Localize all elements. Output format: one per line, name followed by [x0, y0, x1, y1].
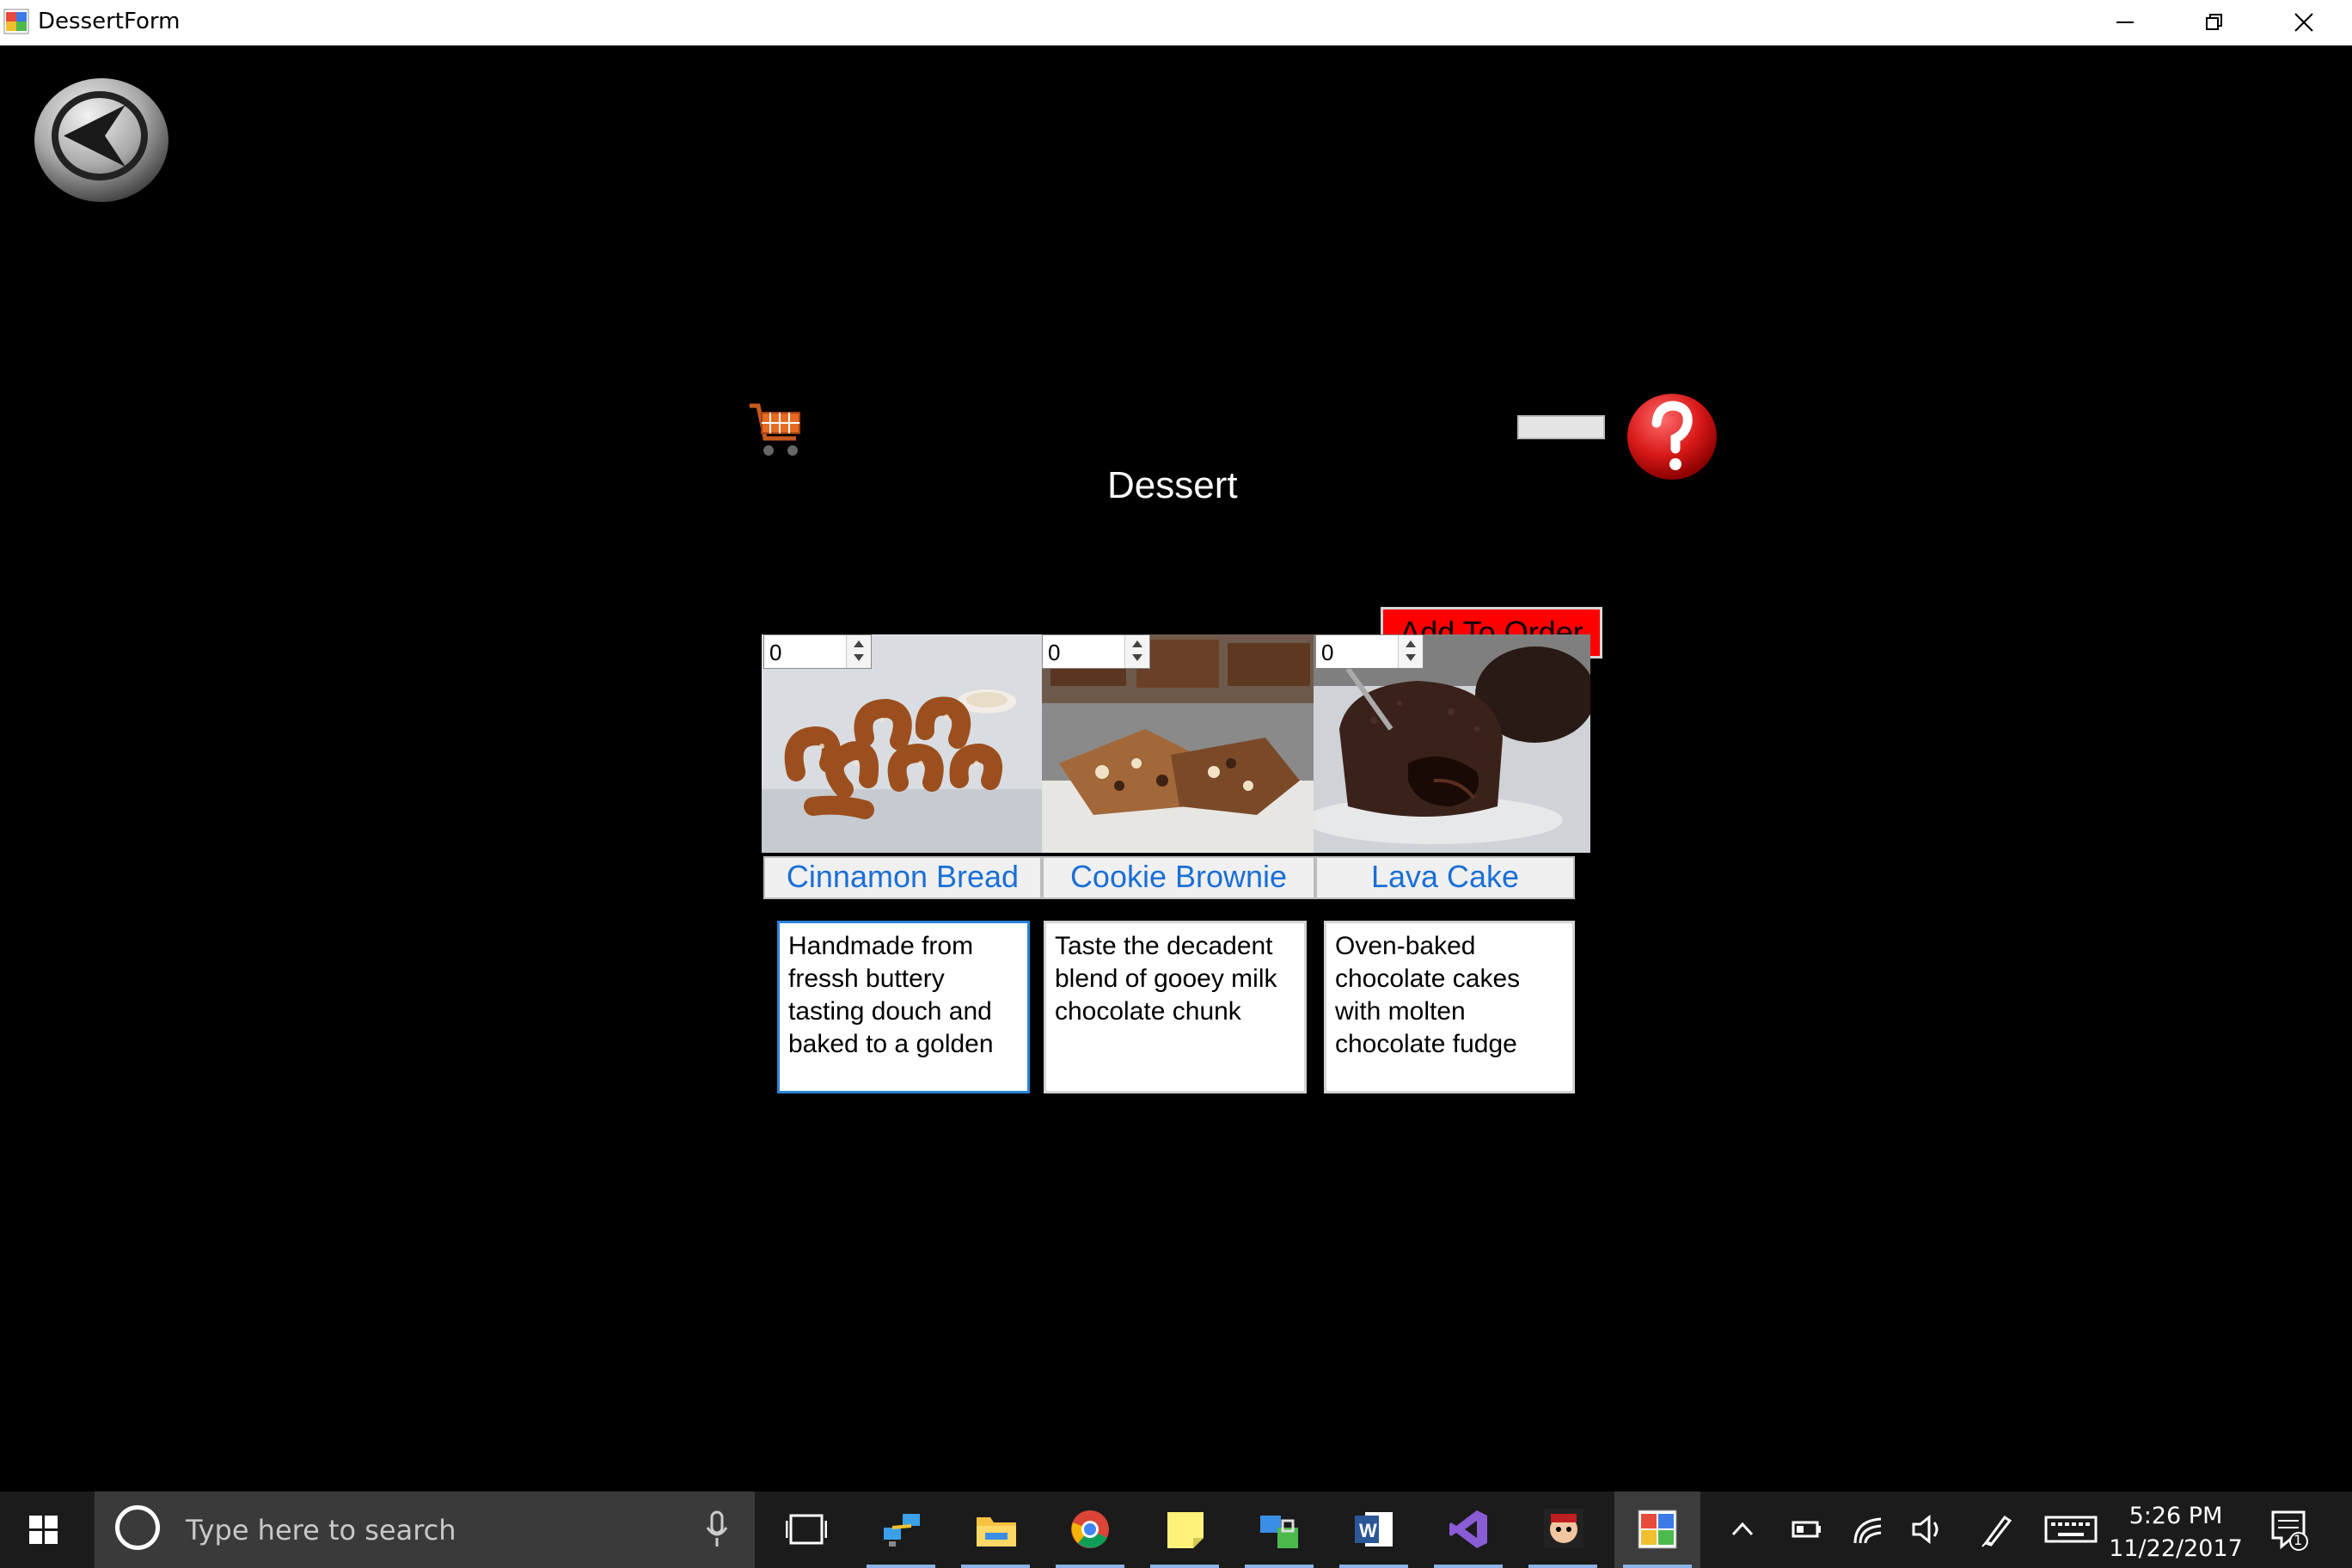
minimize-button[interactable] — [2080, 0, 2170, 45]
arrow-up-icon[interactable] — [1132, 640, 1142, 647]
running-indicator — [1528, 1565, 1597, 1568]
quantity-stepper[interactable]: 0 — [763, 634, 872, 669]
chevron-up-icon[interactable] — [1728, 1510, 1757, 1548]
start-button[interactable] — [0, 1491, 89, 1568]
microphone-icon[interactable] — [705, 1510, 729, 1548]
taskbar-app[interactable] — [1425, 1491, 1511, 1568]
close-icon — [2294, 13, 2313, 32]
system-clock[interactable]: 5:26 PM 11/22/2017 — [2103, 1500, 2249, 1565]
running-indicator — [1434, 1565, 1503, 1568]
action-center-button[interactable]: 1 — [2269, 1509, 2311, 1556]
pen-icon[interactable] — [1979, 1510, 2013, 1548]
item-name-label: Cookie Brownie — [1042, 856, 1315, 899]
arrow-down-icon[interactable] — [854, 654, 864, 661]
order-count-box — [1517, 415, 1605, 439]
network-app-icon — [884, 1514, 920, 1547]
taskbar-app[interactable] — [1047, 1491, 1133, 1568]
search-placeholder: Type here to search — [186, 1514, 456, 1547]
quantity-value[interactable]: 0 — [769, 640, 781, 666]
running-indicator — [1056, 1565, 1124, 1568]
taskbar-app[interactable] — [858, 1491, 944, 1568]
running-indicator — [1623, 1565, 1692, 1568]
dessertform-app-icon — [1638, 1510, 1677, 1549]
back-arrow-icon[interactable] — [33, 76, 170, 205]
volume-icon[interactable] — [1910, 1510, 1945, 1548]
task-view-button[interactable] — [763, 1491, 849, 1568]
quantity-value[interactable]: 0 — [1321, 640, 1333, 666]
close-button[interactable] — [2259, 0, 2349, 45]
restore-button[interactable] — [2170, 0, 2259, 45]
quantity-stepper[interactable]: 0 — [1315, 634, 1424, 669]
clock-time: 5:26 PM — [2128, 1503, 2223, 1529]
item-description[interactable]: Handmade from fressh buttery tasting dou… — [777, 921, 1030, 1093]
taskbar-app[interactable]: W — [1331, 1491, 1417, 1568]
security-app-icon — [1260, 1516, 1298, 1548]
item-description[interactable]: Oven-baked chocolate cakes with molten c… — [1324, 921, 1575, 1093]
spinner-arrows[interactable] — [1124, 635, 1149, 668]
running-indicator — [1150, 1565, 1219, 1568]
word-icon: W — [1355, 1512, 1393, 1547]
help-question-icon[interactable] — [1624, 389, 1720, 485]
window-titlebar: DessertForm — [0, 0, 2352, 46]
visual-studio-icon — [1449, 1510, 1487, 1548]
sticky-notes-icon — [1167, 1512, 1204, 1548]
taskbar-app[interactable] — [1614, 1491, 1700, 1568]
svg-text:W: W — [1359, 1520, 1377, 1541]
search-box[interactable]: Type here to search — [95, 1491, 755, 1568]
spinner-arrows[interactable] — [846, 635, 871, 668]
folder-icon — [977, 1517, 1016, 1547]
wifi-icon[interactable] — [1852, 1510, 1886, 1548]
taskbar-app[interactable] — [1520, 1491, 1606, 1568]
quantity-value[interactable]: 0 — [1048, 640, 1060, 666]
cortana-icon[interactable] — [115, 1505, 160, 1550]
taskbar: Type here to search W 5:26 PM 11/22/2017… — [0, 1491, 2352, 1568]
running-indicator — [867, 1565, 935, 1568]
arrow-down-icon[interactable] — [1406, 654, 1416, 661]
notification-count: 1 — [2294, 1532, 2303, 1548]
game-app-icon — [1544, 1509, 1583, 1548]
page-title: Dessert — [1107, 464, 1238, 506]
app-icon — [3, 9, 29, 34]
windows-logo-icon — [29, 1516, 58, 1544]
item-description[interactable]: Taste the decadent blend of gooey milk c… — [1044, 921, 1307, 1093]
item-name-label: Cinnamon Bread — [763, 856, 1042, 899]
window-title: DessertForm — [38, 9, 181, 34]
running-indicator — [961, 1565, 1030, 1568]
clock-date: 11/22/2017 — [2109, 1535, 2243, 1562]
minimize-icon — [2116, 21, 2134, 23]
task-view-icon — [786, 1514, 827, 1545]
item-name-label: Lava Cake — [1315, 856, 1575, 899]
running-indicator — [1339, 1565, 1408, 1568]
running-indicator — [1245, 1565, 1314, 1568]
keyboard-icon[interactable] — [2044, 1510, 2098, 1548]
spinner-arrows[interactable] — [1398, 635, 1423, 668]
battery-icon[interactable] — [1790, 1510, 1824, 1548]
taskbar-app[interactable] — [1142, 1491, 1228, 1568]
quantity-stepper[interactable]: 0 — [1042, 634, 1150, 669]
arrow-up-icon[interactable] — [854, 640, 864, 647]
shopping-cart-icon[interactable] — [746, 401, 805, 461]
taskbar-app[interactable] — [1236, 1491, 1322, 1568]
chrome-icon — [1071, 1510, 1109, 1548]
arrow-down-icon[interactable] — [1132, 654, 1142, 661]
restore-icon — [2206, 14, 2222, 30]
taskbar-app[interactable] — [952, 1491, 1038, 1568]
arrow-up-icon[interactable] — [1406, 640, 1416, 647]
notification-icon — [2271, 1510, 2308, 1551]
